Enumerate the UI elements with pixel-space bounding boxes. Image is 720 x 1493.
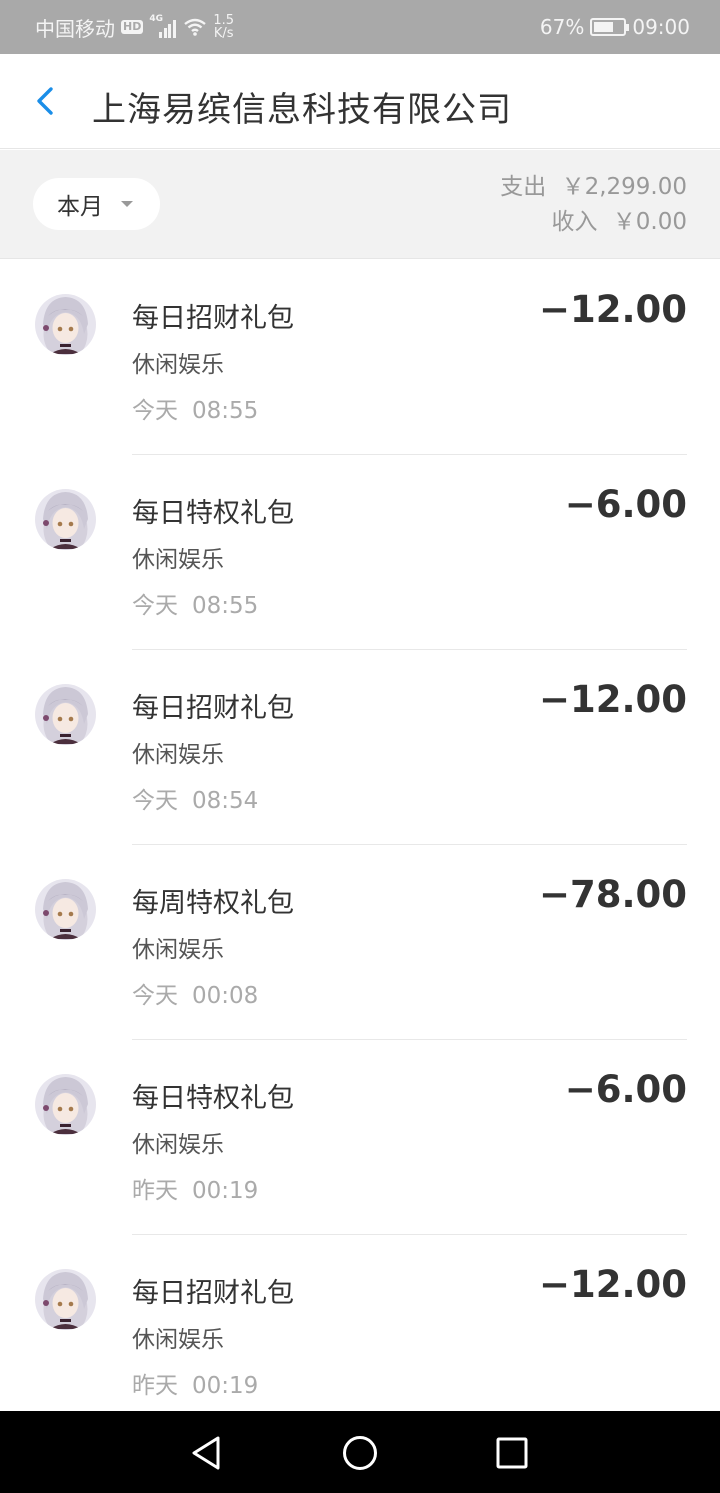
- expense-label: 支出: [500, 174, 547, 200]
- page-header: 上海易缤信息科技有限公司: [0, 54, 720, 149]
- status-right: 67% 09:00: [540, 15, 690, 39]
- transaction-title: 每日招财礼包: [132, 303, 294, 334]
- transaction-clock: 00:08: [192, 983, 259, 1009]
- transaction-title: 每周特权礼包: [132, 888, 294, 919]
- transaction-category: 休闲娱乐: [132, 547, 224, 573]
- square-recents-icon[interactable]: [492, 1433, 532, 1473]
- month-filter-dropdown[interactable]: 本月: [33, 178, 160, 230]
- circle-home-icon[interactable]: [340, 1433, 380, 1473]
- transaction-clock: 00:19: [192, 1373, 259, 1399]
- transaction-day: 今天: [132, 983, 178, 1009]
- transaction-category: 休闲娱乐: [132, 1132, 224, 1158]
- filter-bar: 本月 支出 ￥2,299.00 收入 ￥0.00: [0, 150, 720, 259]
- system-nav-bar: [0, 1411, 720, 1493]
- carrier-name: 中国移动: [35, 16, 115, 41]
- transaction-category: 休闲娱乐: [132, 937, 224, 963]
- transaction-row[interactable]: 每日特权礼包 休闲娱乐 昨天 00:19 −6.00: [0, 1040, 720, 1235]
- signal-icon: 4G: [149, 14, 177, 38]
- avatar-image: [35, 1074, 96, 1135]
- transaction-title: 每日招财礼包: [132, 693, 294, 724]
- transaction-category: 休闲娱乐: [132, 742, 224, 768]
- transaction-time: 昨天 00:19: [132, 1366, 258, 1400]
- battery-level: [594, 22, 614, 32]
- avatar-image: [35, 294, 96, 355]
- transaction-time: 今天 00:08: [132, 976, 258, 1010]
- transaction-row[interactable]: 每日招财礼包 休闲娱乐 今天 08:55 −12.00: [0, 260, 720, 455]
- clock: 09:00: [632, 15, 690, 39]
- transaction-amount: −78.00: [538, 873, 687, 916]
- transaction-clock: 08:54: [192, 788, 259, 814]
- chevron-left-icon[interactable]: [30, 80, 64, 122]
- transaction-title: 每日特权礼包: [132, 498, 294, 529]
- transaction-time: 今天 08:55: [132, 391, 258, 425]
- transaction-row[interactable]: 每周特权礼包 休闲娱乐 今天 00:08 −78.00: [0, 845, 720, 1040]
- wifi-icon: [184, 18, 207, 36]
- caret-down-icon: [121, 201, 133, 207]
- avatar-image: [35, 879, 96, 940]
- avatar: [35, 489, 96, 550]
- speed-unit: K/s: [213, 26, 234, 41]
- triangle-back-icon[interactable]: [186, 1433, 226, 1473]
- transaction-time: 今天 08:54: [132, 781, 258, 815]
- transaction-amount: −6.00: [564, 483, 687, 526]
- transaction-clock: 08:55: [192, 593, 259, 619]
- month-filter-label: 本月: [57, 194, 103, 220]
- transaction-row[interactable]: 每日特权礼包 休闲娱乐 今天 08:55 −6.00: [0, 455, 720, 650]
- transaction-clock: 00:19: [192, 1178, 259, 1204]
- transaction-title: 每日特权礼包: [132, 1083, 294, 1114]
- avatar: [35, 879, 96, 940]
- expense-value: ￥2,299.00: [561, 174, 687, 200]
- income-value: ￥0.00: [612, 209, 687, 235]
- transaction-title: 每日招财礼包: [132, 1278, 294, 1309]
- transaction-time: 昨天 00:19: [132, 1171, 258, 1205]
- transaction-day: 今天: [132, 788, 178, 814]
- expense-summary: 支出 ￥2,299.00: [500, 170, 687, 205]
- transaction-row[interactable]: 每日招财礼包 休闲娱乐 昨天 00:19 −12.00: [0, 1235, 720, 1430]
- page-title: 上海易缤信息科技有限公司: [92, 90, 512, 130]
- transaction-amount: −12.00: [538, 1263, 687, 1306]
- avatar-image: [35, 1269, 96, 1330]
- transaction-category: 休闲娱乐: [132, 352, 224, 378]
- hd-badge: HD: [121, 20, 144, 34]
- amount-summary: 支出 ￥2,299.00 收入 ￥0.00: [500, 170, 687, 240]
- avatar: [35, 294, 96, 355]
- avatar: [35, 1269, 96, 1330]
- transaction-day: 今天: [132, 593, 178, 619]
- status-left: 中国移动 HD 4G 1.5 K/s: [35, 13, 240, 42]
- transaction-row[interactable]: 每日招财礼包 休闲娱乐 今天 08:54 −12.00: [0, 650, 720, 845]
- transaction-day: 今天: [132, 398, 178, 424]
- transaction-day: 昨天: [132, 1373, 178, 1399]
- transaction-time: 今天 08:55: [132, 586, 258, 620]
- avatar-image: [35, 489, 96, 550]
- transaction-day: 昨天: [132, 1178, 178, 1204]
- status-bar: 中国移动 HD 4G 1.5 K/s 67% 09:00: [0, 0, 720, 54]
- battery-percent: 67%: [539, 15, 585, 39]
- transaction-clock: 08:55: [192, 398, 259, 424]
- network-type: 4G: [149, 14, 163, 24]
- battery-icon: [590, 18, 630, 36]
- transaction-category: 休闲娱乐: [132, 1327, 224, 1353]
- avatar: [35, 1074, 96, 1135]
- avatar: [35, 684, 96, 745]
- network-speed: 1.5 K/s: [213, 14, 234, 40]
- income-label: 收入: [551, 209, 598, 235]
- transaction-amount: −12.00: [538, 678, 687, 721]
- transaction-amount: −6.00: [564, 1068, 687, 1111]
- avatar-image: [35, 684, 96, 745]
- transaction-amount: −12.00: [538, 288, 687, 331]
- transaction-list: 每日招财礼包 休闲娱乐 今天 08:55 −12.00 每日特权礼包 休闲娱乐: [0, 260, 720, 1430]
- income-summary: 收入 ￥0.00: [500, 205, 687, 240]
